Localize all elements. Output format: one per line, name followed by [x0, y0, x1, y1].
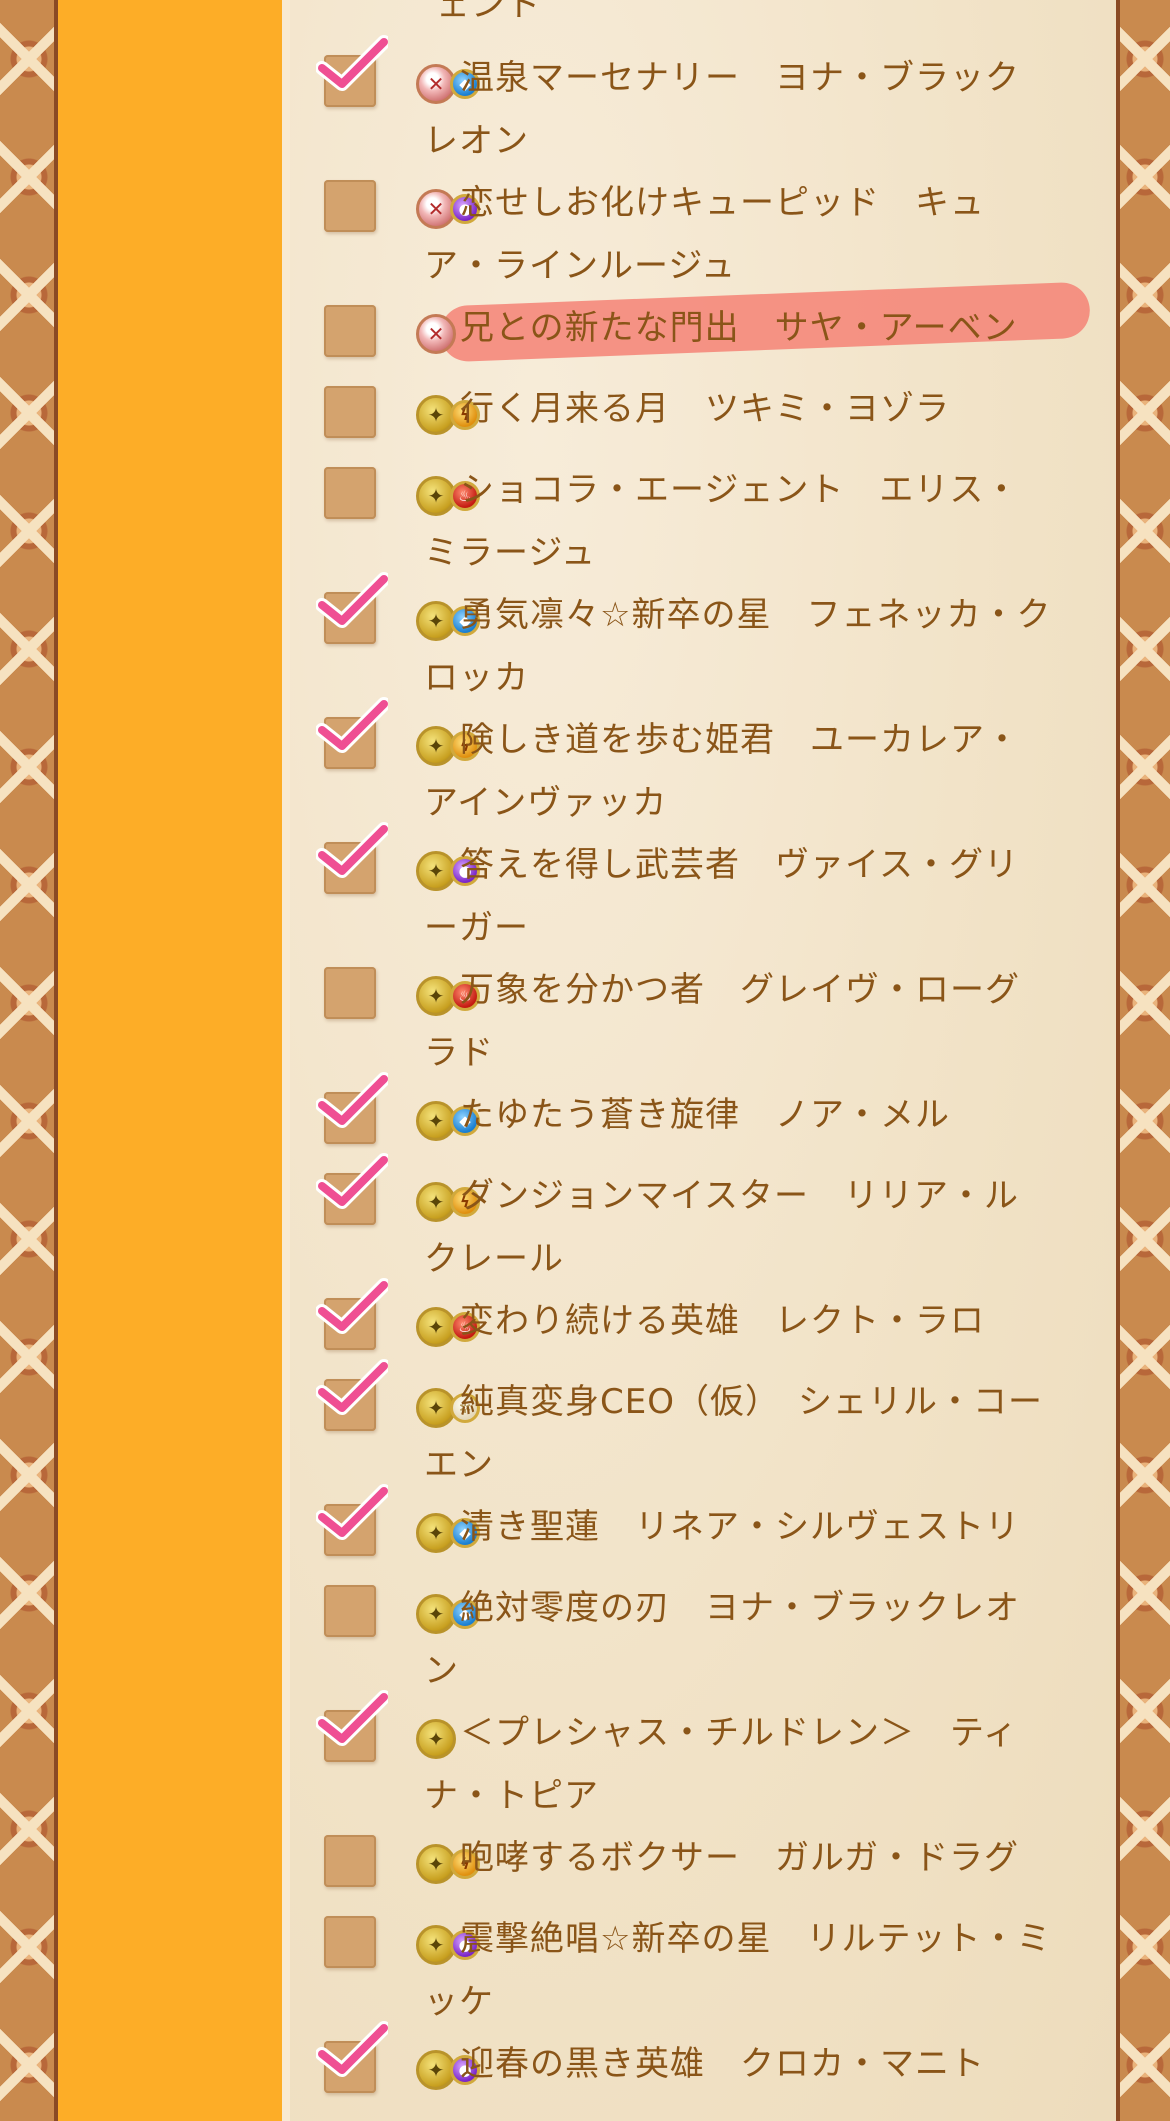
- character-name-line1: 純真変身CEO（仮） シェリル・コー: [460, 1382, 1043, 1422]
- character-name: 咆哮するボクサー ガルガ・ドラグ: [456, 1827, 1076, 1890]
- character-name-line1: 清き聖蓮 リネア・シルヴェストリ: [460, 1507, 1020, 1547]
- character-name: 純真変身CEO（仮） シェリル・コーエン: [424, 1371, 1076, 1497]
- checkmark-icon: [316, 697, 388, 753]
- icon-group: ✕: [416, 312, 456, 356]
- character-name-line2: ミラージュ: [424, 533, 596, 573]
- character-name-line1: 万象を分かつ者 グレイヴ・ローグ: [460, 970, 1020, 1010]
- character-name: ＜プレシャス・チルドレン＞ ティナ・トピア: [424, 1702, 1076, 1828]
- character-name: 迎春の黒き英雄 クロカ・マニト: [456, 2033, 1076, 2096]
- character-name-line1: 温泉マーセナリー ヨナ・ブラック: [460, 58, 1020, 98]
- character-name-line1: 変わり続ける英雄 レクト・ラロ: [460, 1301, 985, 1341]
- icon-group: ✦: [416, 1717, 456, 1761]
- character-name-line2: レオン: [424, 121, 529, 161]
- owned-checkbox[interactable]: [324, 180, 376, 232]
- character-name: 温泉マーセナリー ヨナ・ブラックレオン: [424, 47, 1076, 173]
- checkmark-icon: [316, 2021, 388, 2077]
- owned-checkbox[interactable]: [324, 1916, 376, 1968]
- character-name-line2: ーガー: [424, 908, 529, 948]
- character-name-line1: ダンジョンマイスター リリア・ル: [460, 1176, 1019, 1216]
- top-fragment-text: ェント: [436, 0, 541, 25]
- rarity-pink-icon: ✕: [416, 314, 456, 354]
- owned-checkbox[interactable]: [324, 1585, 376, 1637]
- checkmark-icon: [316, 1484, 388, 1540]
- character-name: 絶対零度の刃 ヨナ・ブラックレオン: [424, 1577, 1076, 1703]
- character-name-line1: 絶対零度の刃 ヨナ・ブラックレオ: [460, 1588, 1020, 1628]
- character-name-line2: エン: [424, 1445, 494, 1485]
- character-name: 万象を分かつ者 グレイヴ・ローグラド: [424, 959, 1076, 1085]
- character-name-line1: 険しき道を歩む姫君 ユーカレア・: [460, 720, 1020, 760]
- checkmark-icon: [316, 1278, 388, 1334]
- character-name: 変わり続ける英雄 レクト・ラロ: [456, 1290, 1076, 1353]
- owned-checkbox[interactable]: [324, 967, 376, 1019]
- checklist-panel: ェント ✕ ◆ 温泉マーセナリー ヨナ・ブラック レオン ✕ ● 恋せしお化けキューピッド …: [290, 0, 1116, 2121]
- column-separator: [282, 0, 290, 2121]
- character-name: 勇気凛々☆新卒の星 フェネッカ・クロッカ: [424, 584, 1076, 710]
- character-name-line1: 勇気凛々☆新卒の星 フェネッカ・ク: [460, 595, 1052, 635]
- rarity-gold-icon: ✦: [416, 1719, 456, 1759]
- left-ornate-border: [0, 0, 58, 2121]
- character-name-line1: たゆたう蒼き旋律 ノア・メル: [460, 1095, 950, 1135]
- character-name-line1: ショコラ・エージェント エリス・: [460, 470, 1020, 510]
- character-name-line1: 迎春の黒き英雄 クロカ・マニト: [460, 2044, 985, 2084]
- character-name-line1: ＜プレシャス・チルドレン＞ ティ: [460, 1713, 1018, 1753]
- checkmark-icon: [316, 1690, 388, 1746]
- character-name-line1: 咆哮するボクサー ガルガ・ドラグ: [460, 1838, 1019, 1878]
- orange-side-column: [58, 0, 282, 2121]
- character-name-line1: 震撃絶唱☆新卒の星 リルテット・ミ: [460, 1919, 1052, 1959]
- character-name-line1: 行く月来る月 ツキミ・ヨゾラ: [460, 389, 950, 429]
- character-name: たゆたう蒼き旋律 ノア・メル: [456, 1084, 1076, 1147]
- character-name: 答えを得し武芸者 ヴァイス・グリーガー: [424, 834, 1076, 960]
- character-name-line2: ッケ: [424, 1982, 494, 2022]
- owned-checkbox[interactable]: [324, 1835, 376, 1887]
- character-name: ショコラ・エージェント エリス・ミラージュ: [424, 459, 1076, 585]
- checkmark-icon: [316, 1153, 388, 1209]
- checkmark-icon: [316, 35, 388, 91]
- checkmark-icon: [316, 1359, 388, 1415]
- character-name-line2: アインヴァッカ: [424, 783, 668, 823]
- owned-checkbox[interactable]: [324, 467, 376, 519]
- character-name: ダンジョンマイスター リリア・ルクレール: [424, 1165, 1076, 1291]
- character-name: 恋せしお化けキューピッド キュア・ラインルージュ: [424, 172, 1076, 298]
- owned-checkbox[interactable]: [324, 305, 376, 357]
- character-name: 行く月来る月 ツキミ・ヨゾラ: [456, 378, 1076, 441]
- character-name-line1: 答えを得し武芸者 ヴァイス・グリ: [460, 845, 1019, 885]
- character-name-line2: ラド: [424, 1033, 494, 1073]
- character-name-line2: クレール: [424, 1239, 564, 1279]
- character-name-line1: 恋せしお化けキューピッド キュ: [460, 183, 985, 223]
- right-ornate-border: [1116, 0, 1170, 2121]
- checkmark-icon: [316, 572, 388, 628]
- character-name: 震撃絶唱☆新卒の星 リルテット・ミッケ: [424, 1908, 1076, 2034]
- character-name-line2: ア・ラインルージュ: [424, 246, 736, 286]
- character-name-line2: ン: [424, 1651, 459, 1691]
- character-name: 険しき道を歩む姫君 ユーカレア・アインヴァッカ: [424, 709, 1076, 835]
- checkmark-icon: [316, 822, 388, 878]
- character-name: 清き聖蓮 リネア・シルヴェストリ: [456, 1496, 1076, 1559]
- character-name-line2: ナ・トピア: [424, 1776, 599, 1816]
- checkmark-icon: [316, 1072, 388, 1128]
- character-name-line1: 兄との新たな門出 サヤ・アーベン: [460, 308, 1018, 348]
- owned-checkbox[interactable]: [324, 386, 376, 438]
- character-name: 兄との新たな門出 サヤ・アーベン: [456, 297, 1076, 360]
- character-name-line2: ロッカ: [424, 658, 529, 698]
